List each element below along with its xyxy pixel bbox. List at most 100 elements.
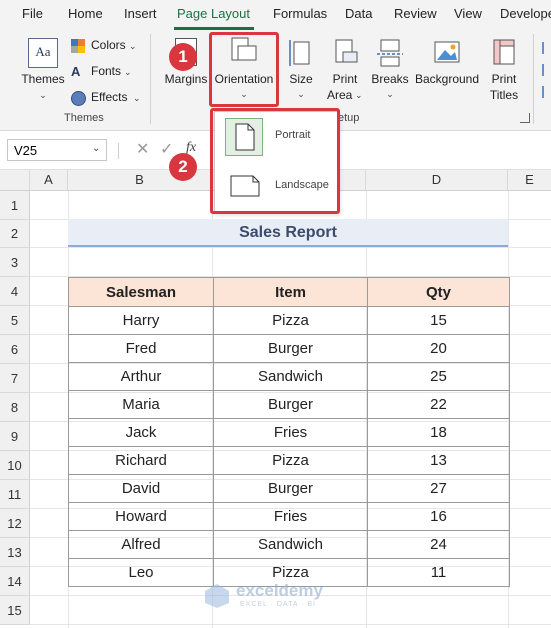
cell-salesman[interactable]: Jack — [68, 418, 214, 447]
row-header-15[interactable]: 15 — [0, 596, 30, 625]
step-badge-1: 1 — [169, 43, 197, 71]
report-title[interactable]: Sales Report — [68, 219, 508, 247]
margins-label: Margins — [164, 72, 208, 86]
table-row: Alfred Sandwich 24 — [68, 530, 510, 559]
fonts-label: Fonts — [91, 64, 122, 78]
cell-item[interactable]: Burger — [213, 390, 368, 419]
step-badge-2: 2 — [169, 153, 197, 181]
breaks-button[interactable]: Breaks ⌄ — [369, 36, 411, 106]
row-header-1[interactable]: 1 — [0, 191, 30, 220]
row-header-9[interactable]: 9 — [0, 422, 30, 451]
fonts-button[interactable]: A Fonts ⌄ — [71, 64, 141, 82]
select-all-corner[interactable] — [0, 170, 30, 190]
tab-developer[interactable]: Develope — [500, 6, 551, 21]
row-header-12[interactable]: 12 — [0, 509, 30, 538]
gridline — [30, 247, 551, 248]
tab-file[interactable]: File — [22, 6, 43, 21]
cell-salesman[interactable]: Fred — [68, 334, 214, 363]
cell-item[interactable]: Burger — [213, 334, 368, 363]
cell-salesman[interactable]: Maria — [68, 390, 214, 419]
tab-review[interactable]: Review — [394, 6, 437, 21]
cell-salesman[interactable]: Arthur — [68, 362, 214, 391]
chevron-down-icon: ⌄ — [124, 67, 132, 77]
tab-home[interactable]: Home — [68, 6, 103, 21]
column-header-d[interactable]: D — [366, 170, 508, 190]
header-qty[interactable]: Qty — [367, 277, 510, 307]
formula-divider — [118, 143, 119, 159]
cancel-icon[interactable]: ✕ — [136, 139, 149, 159]
tab-data[interactable]: Data — [345, 6, 372, 21]
cell-salesman[interactable]: Alfred — [68, 530, 214, 559]
scale-to-fit-icons[interactable] — [540, 40, 551, 100]
cell-qty[interactable]: 15 — [367, 306, 510, 335]
cell-salesman[interactable]: Richard — [68, 446, 214, 475]
row-header-6[interactable]: 6 — [0, 335, 30, 364]
fonts-icon: A — [71, 64, 81, 79]
cell-qty[interactable]: 11 — [367, 558, 510, 587]
column-header-a[interactable]: A — [30, 170, 68, 190]
watermark-name: exceldemy — [236, 581, 323, 600]
row-header-4[interactable]: 4 — [0, 277, 30, 306]
cell-qty[interactable]: 25 — [367, 362, 510, 391]
orientation-highlight-box — [209, 32, 279, 107]
tab-page-layout[interactable]: Page Layout — [177, 6, 250, 21]
table-row: Arthur Sandwich 25 — [68, 362, 510, 391]
print-titles-button[interactable]: Print Titles — [486, 36, 522, 106]
size-icon — [289, 40, 310, 66]
effects-label: Effects — [91, 90, 128, 104]
name-box[interactable]: V25 ⌄ — [7, 139, 107, 161]
effects-icon — [71, 91, 86, 106]
menu-bar: File Home Insert Page Layout Formulas Da… — [0, 0, 551, 30]
cell-qty[interactable]: 22 — [367, 390, 510, 419]
cell-item[interactable]: Sandwich — [213, 530, 368, 559]
tab-formulas[interactable]: Formulas — [273, 6, 327, 21]
row-header-11[interactable]: 11 — [0, 480, 30, 509]
cell-salesman[interactable]: Leo — [68, 558, 214, 587]
cell-salesman[interactable]: David — [68, 474, 214, 503]
dialog-launcher-icon[interactable] — [520, 113, 530, 123]
breaks-label: Breaks — [371, 72, 409, 86]
tab-view[interactable]: View — [454, 6, 482, 21]
themes-button[interactable]: Aa Themes ⌄ — [20, 36, 66, 102]
colors-button[interactable]: Colors ⌄ — [71, 38, 141, 56]
chevron-down-icon: ⌄ — [355, 90, 363, 100]
row-header-13[interactable]: 13 — [0, 538, 30, 567]
header-salesman[interactable]: Salesman — [68, 277, 214, 307]
header-item[interactable]: Item — [213, 277, 368, 307]
row-header-10[interactable]: 10 — [0, 451, 30, 480]
cell-qty[interactable]: 13 — [367, 446, 510, 475]
column-header-e[interactable]: E — [508, 170, 551, 190]
cell-item[interactable]: Pizza — [213, 306, 368, 335]
background-label: Background — [414, 72, 480, 86]
table-row: Maria Burger 22 — [68, 390, 510, 419]
print-area-button[interactable]: Print Area ⌄ — [325, 36, 365, 106]
row-header-7[interactable]: 7 — [0, 364, 30, 393]
cell-qty[interactable]: 20 — [367, 334, 510, 363]
row-header-14[interactable]: 14 — [0, 567, 30, 596]
cell-item[interactable]: Sandwich — [213, 362, 368, 391]
cell-qty[interactable]: 27 — [367, 474, 510, 503]
tab-insert[interactable]: Insert — [124, 6, 157, 21]
row-header-3[interactable]: 3 — [0, 248, 30, 277]
chevron-down-icon: ⌄ — [129, 41, 137, 51]
cell-item[interactable]: Fries — [213, 418, 368, 447]
cell-qty[interactable]: 24 — [367, 530, 510, 559]
cell-item[interactable]: Pizza — [213, 446, 368, 475]
row-header-2[interactable]: 2 — [0, 220, 30, 248]
cell-item[interactable]: Burger — [213, 474, 368, 503]
cell-salesman[interactable]: Howard — [68, 502, 214, 531]
cell-item[interactable]: Fries — [213, 502, 368, 531]
chevron-down-icon[interactable]: ⌄ — [92, 143, 100, 154]
cell-salesman[interactable]: Harry — [68, 306, 214, 335]
colors-label: Colors — [91, 38, 126, 52]
background-icon — [434, 41, 460, 63]
row-header-8[interactable]: 8 — [0, 393, 30, 422]
background-button[interactable]: Background — [413, 36, 481, 106]
table-row: Harry Pizza 15 — [68, 306, 510, 335]
cell-qty[interactable]: 16 — [367, 502, 510, 531]
enter-icon[interactable]: ✓ — [160, 139, 173, 159]
size-button[interactable]: Size ⌄ — [283, 36, 319, 106]
effects-button[interactable]: Effects ⌄ — [71, 90, 141, 108]
row-header-5[interactable]: 5 — [0, 306, 30, 335]
cell-qty[interactable]: 18 — [367, 418, 510, 447]
